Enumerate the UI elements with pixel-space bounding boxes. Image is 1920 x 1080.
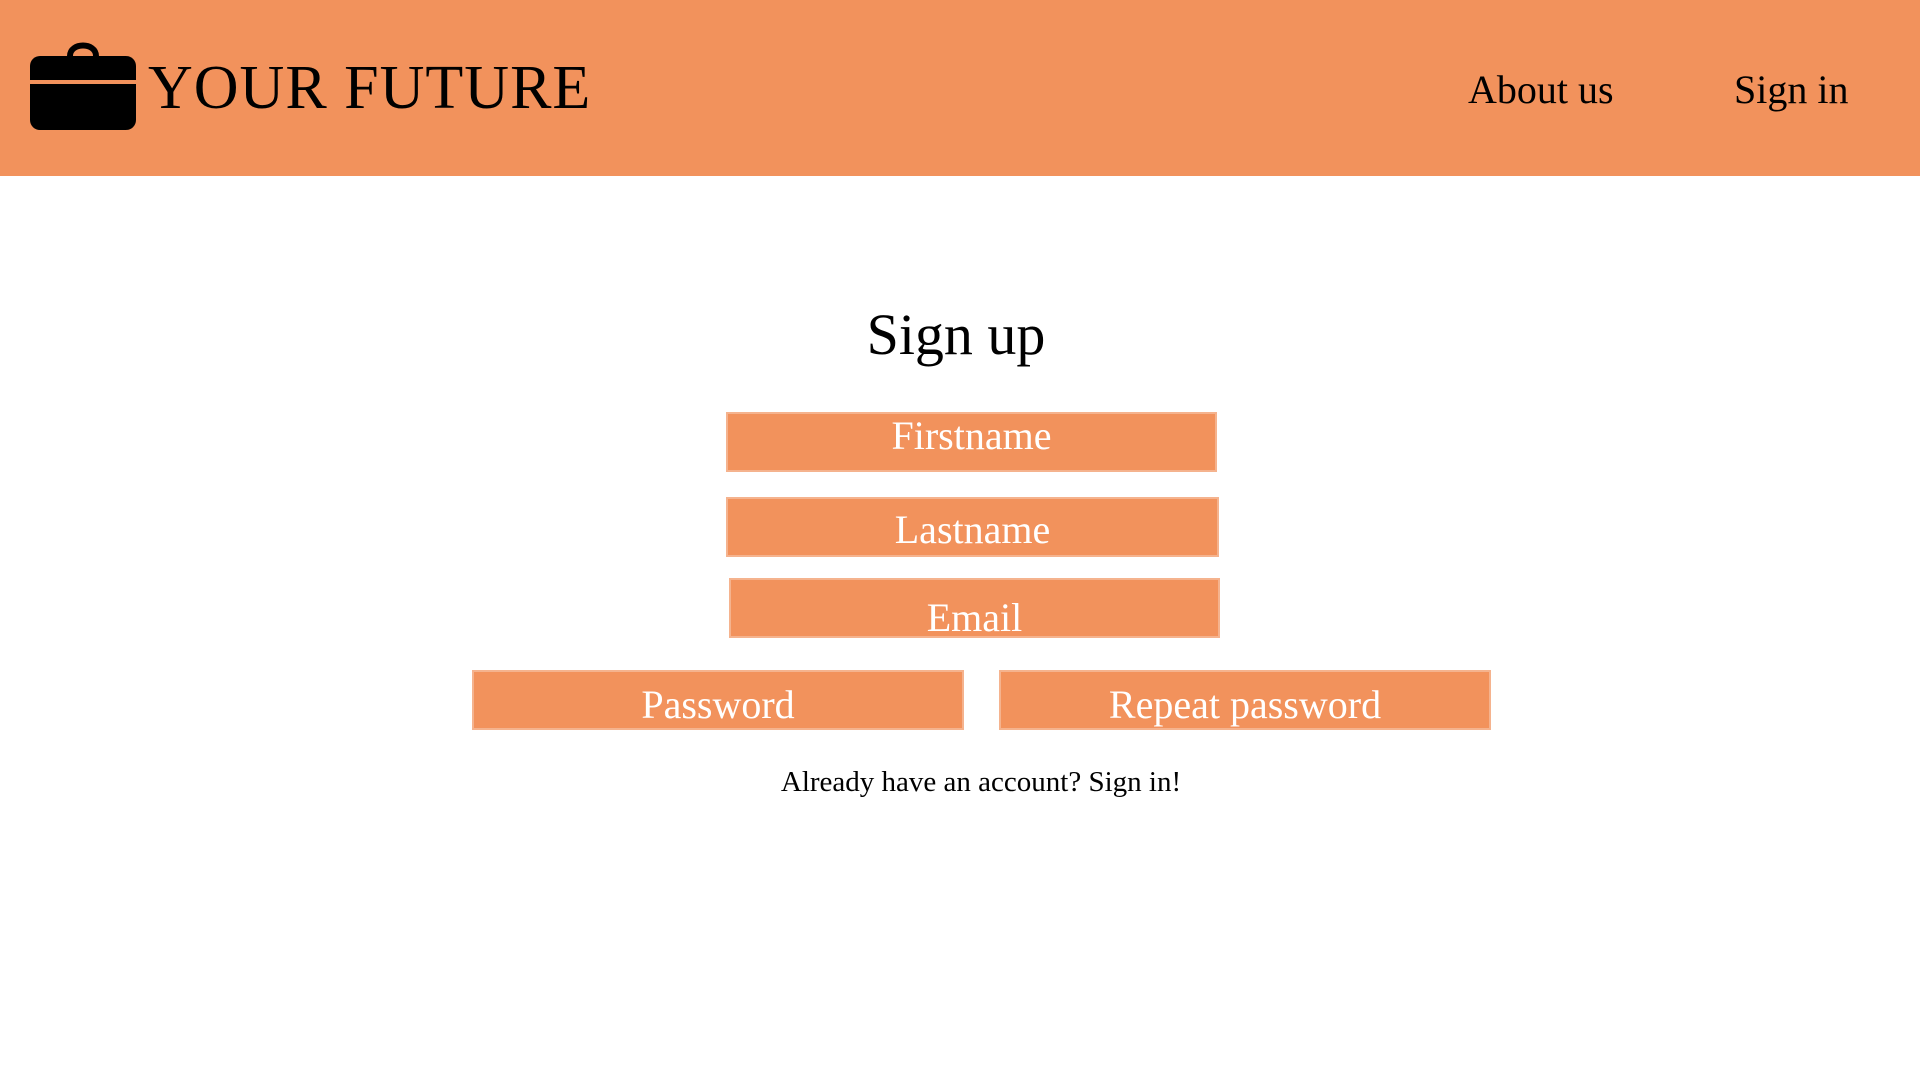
- lastname-field[interactable]: [726, 497, 1219, 557]
- nav-sign-in[interactable]: Sign in: [1734, 66, 1848, 114]
- header-bar: YOUR FUTURE About us Sign in: [0, 0, 1920, 176]
- signin-prompt-text: Already have an account?: [780, 766, 1089, 798]
- firstname-field[interactable]: [726, 412, 1217, 472]
- briefcase-icon[interactable]: [30, 36, 136, 130]
- nav-about-us[interactable]: About us: [1468, 66, 1614, 114]
- page-title: Sign up: [866, 302, 1046, 367]
- signin-prompt: Already have an account? Sign in!: [0, 764, 1920, 800]
- repeat-password-field[interactable]: [999, 670, 1491, 730]
- brand-name[interactable]: YOUR FUTURE: [148, 52, 591, 124]
- password-field[interactable]: [472, 670, 964, 730]
- email-field[interactable]: [729, 578, 1220, 638]
- signin-link[interactable]: Sign in!: [1088, 766, 1181, 798]
